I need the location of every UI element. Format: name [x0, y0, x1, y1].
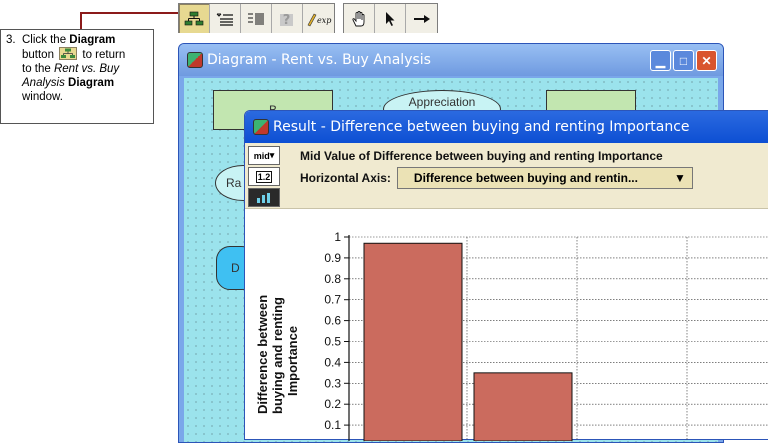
- result-header: mid ▾ 1.2 Mid Value of Difference between…: [245, 143, 768, 209]
- bar-chart-icon: [257, 192, 270, 203]
- diagram-window-title: Diagram - Rent vs. Buy Analysis: [207, 52, 431, 68]
- outline-button[interactable]: [210, 4, 241, 33]
- arrow-connect-icon: [413, 14, 430, 23]
- callout-text: Click the Diagram button to return to th…: [22, 34, 126, 103]
- horizontal-axis-value: Difference between buying and rentin...: [413, 171, 638, 185]
- instruction-callout: 3. Click the Diagram button to return to…: [0, 29, 154, 124]
- dropdown-arrow-icon: ▼: [674, 171, 686, 185]
- browse-hand-button[interactable]: [344, 4, 375, 33]
- table-view-label: 1.2: [255, 170, 273, 183]
- maximize-icon: □: [679, 53, 688, 68]
- bar: [363, 242, 463, 441]
- table-view-button[interactable]: 1.2: [248, 167, 280, 186]
- close-icon: ✕: [701, 53, 712, 68]
- y-axis-label-line: Importance: [285, 326, 300, 396]
- horizontal-axis-select[interactable]: Difference between buying and rentin... …: [396, 167, 693, 189]
- diagram-icon: [59, 47, 78, 60]
- outline-icon: [216, 13, 233, 26]
- bar: [473, 372, 573, 441]
- attribute-panel-icon: [248, 12, 264, 25]
- y-tick-label: 0.1: [324, 418, 341, 432]
- hand-icon: [352, 10, 365, 26]
- y-axis-label: Difference between buying and renting Impo…: [255, 295, 300, 414]
- chart-area: 1 0.9 0.8 0.7 0.6 0.5 0.4 0.3 0.2 0.1 Difference b…: [245, 209, 768, 441]
- maximize-button[interactable]: □: [673, 50, 694, 71]
- svg-text:expr: expr: [317, 16, 332, 25]
- y-tick-label: 0.5: [324, 335, 341, 349]
- attribute-panel-button[interactable]: [241, 4, 272, 33]
- node-label: Ra: [226, 176, 242, 190]
- y-tick-label: 0.2: [324, 397, 341, 411]
- main-toolbar: ? expr: [178, 3, 446, 33]
- result-window-title: Result - Difference between buying and r…: [273, 119, 690, 135]
- svg-text:?: ?: [283, 13, 291, 27]
- node-label: D: [231, 261, 240, 275]
- analytica-app-icon: [187, 52, 203, 68]
- minimize-icon: ▁: [655, 53, 666, 68]
- bar-chart: 1 0.9 0.8 0.7 0.6 0.5 0.4 0.3 0.2 0.1 Difference b…: [255, 230, 768, 441]
- toolbar-group-tools: [343, 3, 438, 33]
- result-window: Result - Difference between buying and r…: [244, 110, 768, 441]
- expr-icon: expr: [307, 13, 332, 26]
- y-tick-label: 0.3: [324, 376, 341, 390]
- view-mode-label: mid: [253, 150, 270, 161]
- minimize-button[interactable]: ▁: [650, 50, 671, 71]
- y-tick-label: 0.6: [324, 314, 341, 328]
- close-button[interactable]: ✕: [696, 50, 717, 71]
- result-subtitle: Mid Value of Difference between buying a…: [300, 149, 663, 163]
- result-view-tools: mid ▾ 1.2: [248, 146, 280, 207]
- y-tick-label: 0.9: [324, 251, 341, 265]
- view-mode-menu[interactable]: mid ▾: [248, 146, 280, 165]
- dropdown-arrow-icon: ▾: [269, 150, 275, 160]
- draw-arrow-button[interactable]: [406, 4, 437, 33]
- expression-button[interactable]: expr: [303, 4, 334, 33]
- step-number: 3.: [6, 34, 16, 46]
- y-tick-label: 0.7: [324, 293, 341, 307]
- result-window-titlebar[interactable]: Result - Difference between buying and r…: [245, 111, 768, 143]
- callout-leader-line: [80, 12, 180, 30]
- graph-view-button[interactable]: [248, 188, 280, 207]
- arrow-pointer-icon: [386, 11, 395, 26]
- horizontal-axis-label: Horizontal Axis:: [300, 171, 391, 185]
- horizontal-axis-row: Horizontal Axis: Difference between buyi…: [300, 167, 693, 189]
- diagram-window-controls: ▁ □ ✕: [650, 50, 717, 71]
- toolbar-group-views: ? expr: [178, 3, 335, 33]
- diagram-window-titlebar[interactable]: Diagram - Rent vs. Buy Analysis: [179, 44, 723, 76]
- analytica-app-icon: [253, 119, 269, 135]
- diagram-button[interactable]: [179, 4, 210, 33]
- edit-arrow-button[interactable]: [375, 4, 406, 33]
- diagram-icon: [184, 11, 204, 25]
- y-tick-label: 0.8: [324, 272, 341, 286]
- help-button[interactable]: ?: [272, 4, 303, 33]
- y-axis-label-line: Difference between: [255, 295, 270, 414]
- help-icon: ?: [280, 13, 293, 27]
- y-tick-label: 1: [334, 230, 341, 244]
- node-label: Appreciation: [408, 95, 476, 109]
- y-axis-label-line: buying and renting: [270, 297, 285, 414]
- y-tick-label: 0.4: [324, 355, 341, 369]
